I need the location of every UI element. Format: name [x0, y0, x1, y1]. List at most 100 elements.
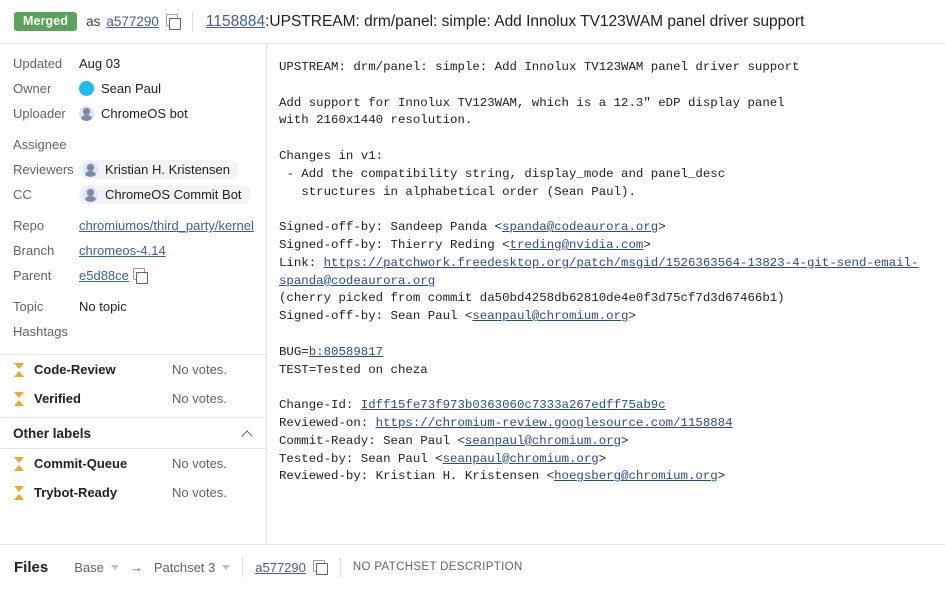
copy-icon[interactable] — [166, 14, 181, 29]
commit-message-link[interactable]: seanpaul@chromium.org — [443, 452, 599, 466]
metadata-text: Aug 03 — [79, 56, 120, 71]
avatar — [83, 162, 98, 177]
metadata-link[interactable]: chromeos-4.14 — [79, 243, 166, 258]
chevron-up-icon[interactable] — [241, 427, 254, 440]
commit-message-link[interactable]: seanpaul@chromium.org — [472, 309, 628, 323]
avatar — [79, 106, 94, 121]
metadata-row-owner: OwnerSean Paul — [0, 76, 266, 101]
base-selector[interactable]: Base — [74, 560, 104, 575]
label-name: Verified — [34, 391, 172, 406]
metadata-list: UpdatedAug 03OwnerSean PaulUploaderChrom… — [0, 51, 266, 344]
hourglass-icon — [14, 391, 25, 406]
metadata-label: Reviewers — [13, 162, 79, 177]
copy-icon[interactable] — [313, 560, 328, 575]
hourglass-icon — [14, 456, 25, 471]
merged-as-label: as — [86, 14, 100, 29]
copy-icon[interactable] — [133, 268, 148, 283]
chevron-down-icon[interactable] — [222, 565, 230, 570]
other-labels-list: Commit-QueueNo votes.Trybot-ReadyNo vote… — [0, 449, 266, 507]
label-row-code-review[interactable]: Code-ReviewNo votes. — [0, 355, 266, 384]
metadata-label: Parent — [13, 268, 79, 283]
files-bar-divider — [242, 558, 243, 577]
metadata-value: ChromeOS bot — [79, 106, 188, 121]
commit-message-link[interactable]: https://patchwork.freedesktop.org/patch/… — [279, 256, 918, 288]
metadata-value: chromeos-4.14 — [79, 243, 166, 258]
account-chip[interactable]: Kristian H. Kristensen — [79, 160, 239, 179]
account-name[interactable]: ChromeOS bot — [101, 106, 188, 121]
commit-message-text: UPSTREAM: drm/panel: simple: Add Innolux… — [279, 59, 935, 486]
metadata-label: Branch — [13, 243, 79, 258]
metadata-value: Aug 03 — [79, 56, 120, 71]
label-votes: No votes. — [172, 362, 254, 377]
hourglass-icon — [14, 362, 25, 377]
commit-message-link[interactable]: seanpaul@chromium.org — [465, 434, 621, 448]
label-votes: No votes. — [172, 456, 254, 471]
metadata-label: Repo — [13, 218, 79, 233]
metadata-row-branch: Branchchromeos-4.14 — [0, 238, 266, 263]
metadata-label: Updated — [13, 56, 79, 71]
header-divider — [192, 12, 193, 32]
metadata-value: No topic — [79, 299, 127, 314]
metadata-value: e5d88ce — [79, 268, 148, 283]
status-badge: Merged — [14, 12, 77, 32]
primary-labels-list: Code-ReviewNo votes.VerifiedNo votes. — [0, 355, 266, 413]
other-labels-header[interactable]: Other labels — [0, 417, 266, 449]
other-labels-title: Other labels — [13, 426, 241, 441]
metadata-row-updated: UpdatedAug 03 — [0, 51, 266, 76]
files-bar: Files Base → Patchset 3 a577290 NO PATCH… — [0, 545, 945, 589]
label-name: Commit-Queue — [34, 456, 172, 471]
label-row-verified[interactable]: VerifiedNo votes. — [0, 384, 266, 413]
metadata-value: Kristian H. Kristensen — [79, 160, 239, 179]
change-body: UpdatedAug 03OwnerSean PaulUploaderChrom… — [0, 44, 945, 545]
label-name: Code-Review — [34, 362, 172, 377]
avatar — [79, 81, 94, 96]
label-name: Trybot-Ready — [34, 485, 172, 500]
metadata-row-repo: Repochromiumos/third_party/kernel — [0, 213, 266, 238]
page-title: UPSTREAM: drm/panel: simple: Add Innolux… — [269, 13, 804, 31]
metadata-label: Uploader — [13, 106, 79, 121]
merged-commit-link[interactable]: a577290 — [106, 14, 159, 29]
label-votes: No votes. — [172, 485, 254, 500]
label-votes: No votes. — [172, 391, 254, 406]
commit-message-link[interactable]: treding@nvidia.com — [510, 238, 644, 252]
account-name: ChromeOS Commit Bot — [105, 188, 242, 201]
metadata-row-reviewers: Reviewers Kristian H. Kristensen — [0, 157, 266, 182]
commit-message-link[interactable]: https://chromium-review.googlesource.com… — [376, 416, 733, 430]
hourglass-icon — [14, 485, 25, 500]
files-bar-divider — [340, 558, 341, 577]
diff-arrow-icon: → — [130, 560, 143, 575]
metadata-row-cc: CC ChromeOS Commit Bot — [0, 182, 266, 207]
commit-message-link[interactable]: Idff15fe73f973b0363060c7333a267edff75ab9… — [361, 398, 666, 412]
metadata-row-topic: TopicNo topic — [0, 294, 266, 319]
avatar — [83, 187, 98, 202]
metadata-row-assignee: Assignee — [0, 132, 266, 157]
change-metadata-sidebar: UpdatedAug 03OwnerSean PaulUploaderChrom… — [0, 44, 267, 544]
commit-message-link[interactable]: hoegsberg@chromium.org — [554, 469, 718, 483]
patchset-selector[interactable]: Patchset 3 — [154, 560, 215, 575]
account-chip[interactable]: ChromeOS Commit Bot — [79, 185, 251, 204]
commit-message-link[interactable]: b:80589817 — [309, 345, 383, 359]
metadata-value: ChromeOS Commit Bot — [79, 185, 251, 204]
metadata-link[interactable]: e5d88ce — [79, 268, 129, 283]
metadata-label: Assignee — [13, 137, 79, 152]
change-number-link[interactable]: 1158884 — [206, 13, 265, 31]
metadata-row-hashtags: Hashtags — [0, 319, 266, 344]
metadata-link[interactable]: chromiumos/third_party/kernel — [79, 218, 254, 233]
label-row-commit-queue[interactable]: Commit-QueueNo votes. — [0, 449, 266, 478]
metadata-row-uploader: Uploader ChromeOS bot — [0, 101, 266, 126]
metadata-row-parent: Parente5d88ce — [0, 263, 266, 288]
label-row-trybot-ready[interactable]: Trybot-ReadyNo votes. — [0, 478, 266, 507]
metadata-value: Sean Paul — [79, 81, 161, 96]
files-title: Files — [14, 559, 48, 576]
commit-message-link[interactable]: spanda@codeaurora.org — [502, 220, 658, 234]
patchset-description: NO PATCHSET DESCRIPTION — [353, 561, 523, 573]
metadata-value: chromiumos/third_party/kernel — [79, 218, 254, 233]
account-name: Kristian H. Kristensen — [105, 163, 230, 176]
metadata-label: Topic — [13, 299, 79, 314]
commit-message-pane: UPSTREAM: drm/panel: simple: Add Innolux… — [267, 44, 945, 544]
metadata-label: CC — [13, 187, 79, 202]
metadata-text: No topic — [79, 299, 127, 314]
account-name[interactable]: Sean Paul — [101, 81, 161, 96]
patchset-sha-link[interactable]: a577290 — [255, 560, 306, 575]
chevron-down-icon[interactable] — [111, 565, 119, 570]
